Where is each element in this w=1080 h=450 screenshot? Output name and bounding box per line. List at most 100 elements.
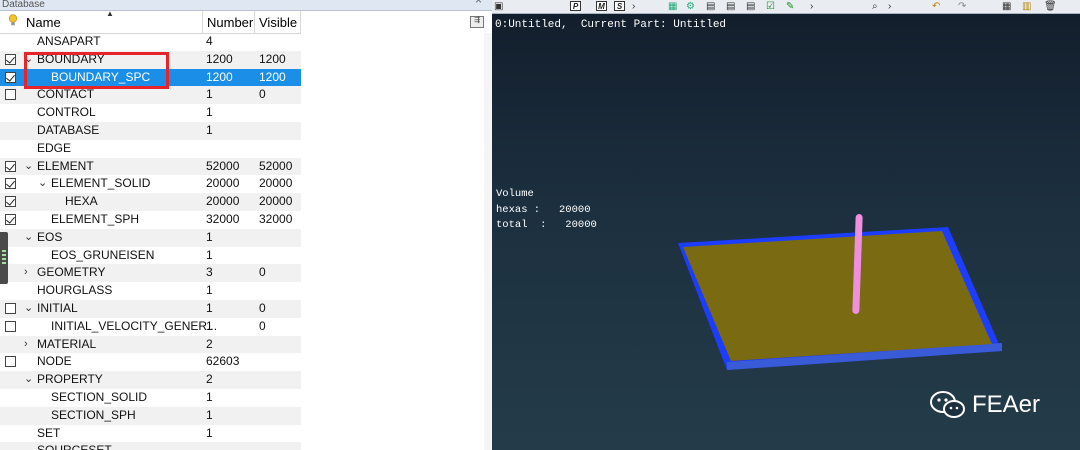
tree-row-visible: 0 [259, 300, 266, 315]
visibility-checkbox[interactable] [5, 356, 16, 368]
tree-row-number: 4 [206, 34, 213, 48]
tree-row-label: EDGE [37, 140, 72, 155]
tree-row-number: 1200 [206, 69, 233, 84]
visibility-checkbox[interactable] [5, 213, 16, 225]
tree-row[interactable]: EOS_GRUNEISEN 1 [0, 247, 301, 265]
tree-header: Name ▲ Number Visible ⇶ [0, 9, 492, 34]
database-tree: ANSAPART 4 ⌄ BOUNDARY 1200 1200 BOUNDARY_SPC 12… [0, 33, 301, 450]
tree-row-label: HEXA [65, 194, 98, 209]
tree-row[interactable]: SOURCESET [0, 442, 301, 450]
column-separator[interactable] [202, 11, 203, 33]
visibility-checkbox[interactable] [5, 178, 16, 190]
tree-row-number: 1 [206, 122, 213, 137]
tree-row[interactable]: ⌄ ELEMENT_SOLID 20000 20000 [0, 175, 301, 193]
panel-empty-area [301, 33, 492, 450]
column-header-number[interactable]: Number [207, 15, 253, 30]
tree-row[interactable]: › MATERIAL 2 [0, 335, 301, 354]
tree-row[interactable]: ANSAPART 4 [0, 33, 301, 51]
visibility-checkbox[interactable] [5, 320, 16, 332]
tree-row-visible: 0 [259, 318, 266, 333]
watermark-text: FEAer [972, 391, 1041, 418]
tree-row[interactable]: ⌄ INITIAL 1 0 [0, 299, 301, 318]
column-separator[interactable] [300, 11, 301, 33]
visibility-checkbox[interactable] [5, 89, 16, 101]
tree-row-label: PROPERTY [37, 372, 103, 387]
chevron-down-icon[interactable]: ⌄ [24, 300, 33, 318]
column-separator[interactable] [254, 11, 255, 33]
tree-row-number: 1 [206, 229, 213, 244]
column-header-visible[interactable]: Visible [259, 15, 297, 30]
visibility-checkbox[interactable] [5, 302, 16, 314]
panel-title: Database [2, 0, 45, 10]
tree-row-label: EOS_GRUNEISEN [51, 247, 155, 262]
tree-row-visible: 1200 [259, 51, 286, 66]
tree-row[interactable]: HEXA 20000 20000 [0, 193, 301, 211]
tree-row[interactable]: SECTION_SPH 1 [0, 406, 301, 425]
tree-row-number: 32000 [206, 211, 240, 226]
chevron-right-icon[interactable]: › [24, 264, 28, 282]
tree-row-number: 20000 [206, 176, 240, 191]
tree-row-number: 1 [206, 300, 213, 315]
tree-row-label: SOURCESET [37, 442, 112, 450]
fe-model-view[interactable] [492, 0, 1080, 450]
tree-row-visible: 52000 [259, 158, 293, 173]
tree-row-label: NODE [37, 354, 72, 369]
visibility-checkbox[interactable] [5, 160, 16, 172]
close-icon[interactable]: × [475, 0, 482, 6]
chevron-down-icon[interactable]: ⌄ [24, 158, 33, 176]
column-options-icon[interactable]: ⇶ [470, 16, 484, 28]
tree-row[interactable]: DATABASE 1 [0, 121, 301, 140]
tree-row[interactable]: INITIAL_VELOCITY_GENER... 1 0 [0, 318, 301, 336]
tree-row-number: 1 [206, 105, 213, 120]
lightbulb-icon[interactable] [8, 14, 18, 27]
tree-row-number: 1 [206, 407, 213, 422]
tree-row[interactable]: ⌄ EOS 1 [0, 228, 301, 247]
tree-row[interactable]: CONTROL 1 [0, 104, 301, 122]
tree-row-label: INITIAL [37, 300, 78, 315]
tree-row[interactable]: NODE 62603 [0, 353, 301, 371]
tree-row-label: ANSAPART [37, 34, 101, 48]
tree-row-label: CONTROL [37, 105, 96, 120]
wechat-icon [930, 391, 965, 418]
tree-row[interactable]: ELEMENT_SPH 32000 32000 [0, 211, 301, 229]
tree-row[interactable]: SECTION_SOLID 1 [0, 389, 301, 407]
tree-row-visible: 0 [259, 265, 266, 280]
tree-row-number: 1 [206, 87, 213, 102]
tree-row-visible: 1200 [259, 69, 286, 84]
tree-row-number: 1 [206, 425, 213, 440]
visibility-checkbox[interactable] [5, 196, 16, 208]
tree-row-label: HOURGLASS [37, 283, 113, 298]
tree-row-visible: 32000 [259, 211, 293, 226]
vertical-scrollbar[interactable] [484, 33, 492, 450]
database-panel: Database × Name ▲ Number Visible ⇶ ANSAP… [0, 0, 492, 450]
tree-row-number: 1 [206, 283, 213, 298]
chevron-down-icon[interactable]: ⌄ [38, 175, 47, 193]
tree-row-number: 1 [206, 247, 213, 262]
tree-row[interactable]: HOURGLASS 1 [0, 282, 301, 300]
tree-row-number: 52000 [206, 158, 240, 173]
tree-row-number: 1 [206, 389, 213, 404]
tree-row[interactable]: SET 1 [0, 425, 301, 443]
tree-row-visible: 20000 [259, 176, 293, 191]
tree-row-label: ELEMENT [37, 158, 94, 173]
tree-row[interactable]: ⌄ ELEMENT 52000 52000 [0, 157, 301, 176]
graphics-viewport[interactable]: ▣ P M S › ▦ ⚙ ▤ ▤ ▤ ☑ ✎ › ⌕ › ↶ ↷ ▦ ▥ 🗑 … [492, 0, 1080, 450]
visibility-checkbox[interactable] [5, 71, 16, 83]
tree-row-label: MATERIAL [37, 336, 97, 351]
tree-row-label: DATABASE [37, 122, 100, 137]
chevron-down-icon[interactable]: ⌄ [24, 371, 33, 389]
column-header-name[interactable]: Name [26, 15, 61, 30]
tree-row[interactable]: EDGE [0, 140, 301, 158]
tree-row-visible: 20000 [259, 194, 293, 209]
side-dock-handle[interactable] [0, 232, 8, 284]
tree-row[interactable]: ⌄ PROPERTY 2 [0, 371, 301, 389]
watermark: FEAer [930, 390, 1040, 420]
tree-row[interactable]: CONTACT 1 0 [0, 86, 301, 105]
tree-row[interactable]: › GEOMETRY 3 0 [0, 264, 301, 283]
chevron-down-icon[interactable]: ⌄ [24, 229, 33, 247]
tree-row-label: ELEMENT_SPH [51, 211, 140, 226]
chevron-right-icon[interactable]: › [24, 336, 28, 354]
visibility-checkbox[interactable] [5, 53, 16, 65]
tree-row-label: SECTION_SPH [51, 407, 136, 422]
tree-row-label: INITIAL_VELOCITY_GENER... [51, 318, 218, 333]
